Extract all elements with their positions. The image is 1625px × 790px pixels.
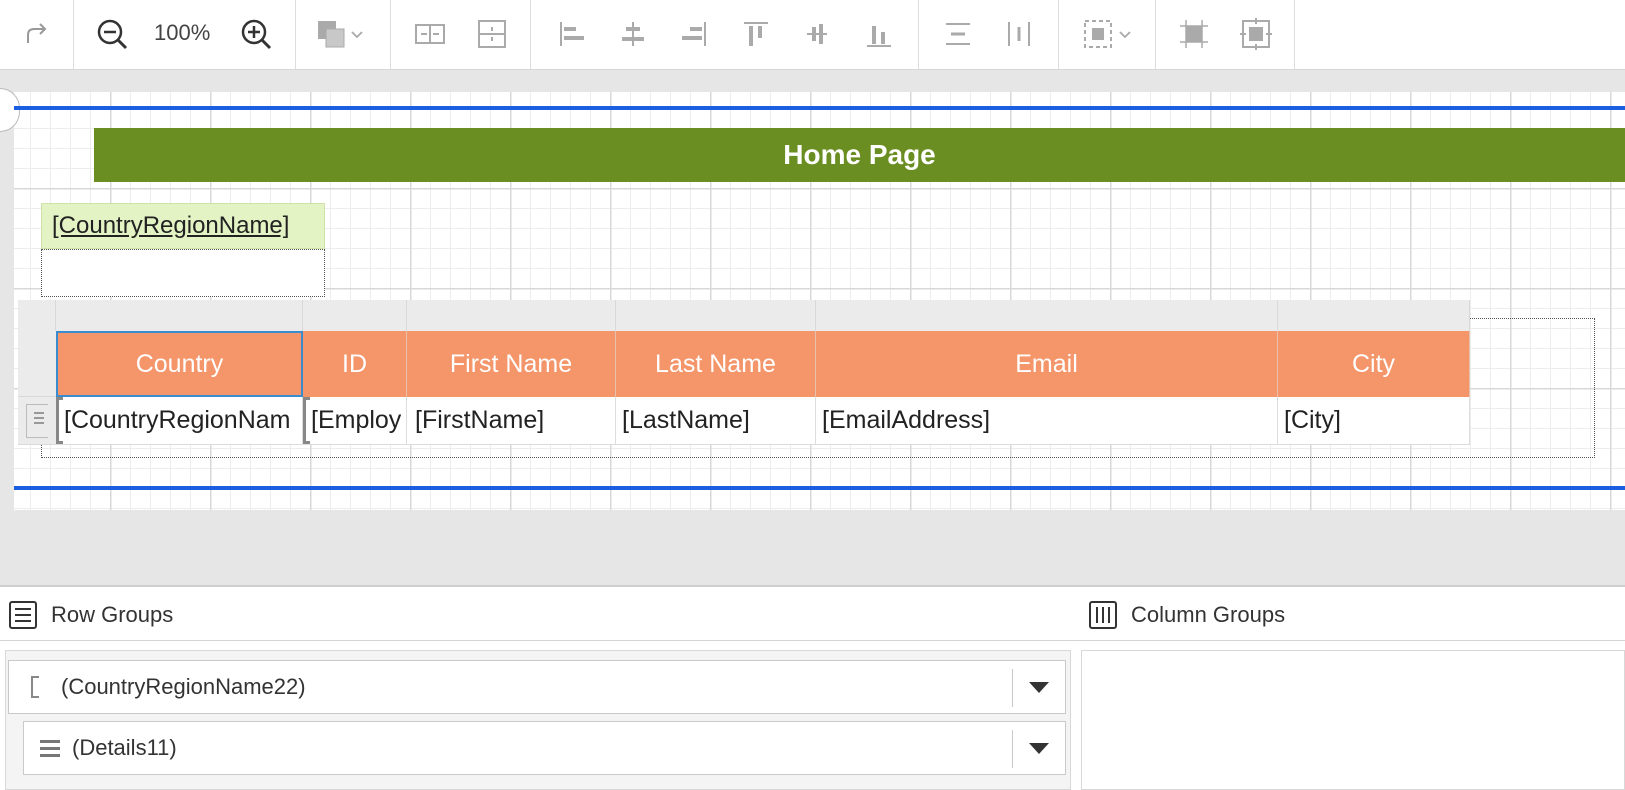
data-cell-id[interactable]: [Employ bbox=[303, 397, 407, 445]
grouping-header-divider bbox=[0, 640, 1625, 641]
column-groups-pane bbox=[1081, 650, 1625, 790]
column-groups-header: Column Groups bbox=[1087, 590, 1285, 640]
tablix[interactable]: Country ID First Name Last Name Email Ci… bbox=[18, 300, 1470, 445]
report-title[interactable]: Home Page bbox=[94, 128, 1625, 182]
toolbar-separator bbox=[1294, 0, 1295, 69]
header-cell-last-name[interactable]: Last Name bbox=[616, 331, 816, 397]
column-handle[interactable] bbox=[407, 300, 616, 331]
distribute-vertical-icon[interactable] bbox=[999, 14, 1039, 54]
zoom-level[interactable]: 100% bbox=[154, 20, 210, 46]
header-cell-email[interactable]: Email bbox=[816, 331, 1278, 397]
toolbar-separator bbox=[1155, 0, 1156, 69]
data-cell-last-name[interactable]: [LastName] bbox=[616, 397, 816, 445]
toolbar-separator bbox=[918, 0, 919, 69]
toolbar: 100% bbox=[0, 0, 1625, 70]
details-icon bbox=[34, 412, 44, 424]
group-bracket bbox=[56, 397, 63, 444]
country-region-field[interactable]: [CountryRegionName] bbox=[41, 203, 325, 249]
column-handle[interactable] bbox=[56, 300, 303, 331]
row-group-menu-button[interactable] bbox=[1012, 730, 1065, 768]
data-cell-city[interactable]: [City] bbox=[1278, 397, 1470, 445]
toolbar-separator bbox=[390, 0, 391, 69]
align-middle-icon[interactable] bbox=[797, 14, 837, 54]
header-cell-city[interactable]: City bbox=[1278, 331, 1470, 397]
row-handle[interactable] bbox=[18, 397, 56, 445]
column-handle[interactable] bbox=[816, 300, 1278, 331]
header-cell-country[interactable]: Country bbox=[56, 331, 303, 397]
data-cell-first-name[interactable]: [FirstName] bbox=[407, 397, 616, 445]
redo-icon[interactable] bbox=[16, 14, 56, 54]
row-groups-icon bbox=[9, 601, 37, 629]
toolbar-separator bbox=[295, 0, 296, 69]
split-horizontal-icon[interactable] bbox=[410, 14, 450, 54]
data-cell-email[interactable]: [EmailAddress] bbox=[816, 397, 1278, 445]
country-region-field-text: [CountryRegionName] bbox=[52, 212, 290, 239]
group-bracket bbox=[303, 397, 310, 444]
toolbar-separator bbox=[530, 0, 531, 69]
caret-down-icon bbox=[1029, 743, 1049, 754]
column-handle[interactable] bbox=[1278, 300, 1470, 331]
data-cell-country[interactable]: [CountryRegionNam bbox=[56, 397, 303, 445]
zoom-out-icon[interactable] bbox=[92, 14, 132, 54]
toolbar-separator bbox=[73, 0, 74, 69]
row-group-details[interactable]: (Details11) bbox=[23, 721, 1066, 775]
size-to-grid-icon[interactable] bbox=[1174, 14, 1214, 54]
row-groups-header: Row Groups bbox=[7, 590, 173, 640]
align-bottom-icon[interactable] bbox=[859, 14, 899, 54]
row-handle[interactable] bbox=[18, 331, 56, 397]
column-handle[interactable] bbox=[303, 300, 407, 331]
toolbar-separator bbox=[1058, 0, 1059, 69]
column-groups-label: Column Groups bbox=[1131, 602, 1286, 627]
caret-down-icon bbox=[1029, 682, 1049, 693]
footer-band-line bbox=[14, 486, 1625, 490]
details-icon bbox=[40, 739, 60, 757]
header-band-line bbox=[14, 106, 1625, 110]
zoom-in-icon[interactable] bbox=[236, 14, 276, 54]
header-cell-id[interactable]: ID bbox=[303, 331, 407, 397]
row-group-menu-button[interactable] bbox=[1012, 669, 1065, 707]
align-left-icon[interactable] bbox=[552, 14, 592, 54]
selection-icon[interactable] bbox=[1078, 14, 1138, 54]
column-groups-icon bbox=[1089, 601, 1117, 629]
row-groups-label: Row Groups bbox=[51, 602, 174, 627]
corner-handle[interactable] bbox=[18, 300, 56, 331]
center-in-container-icon[interactable] bbox=[1236, 14, 1276, 54]
align-center-icon[interactable] bbox=[613, 14, 653, 54]
group-bracket-icon bbox=[31, 676, 39, 698]
empty-textbox[interactable] bbox=[41, 249, 325, 297]
row-group-country-region[interactable]: (CountryRegionName22) bbox=[8, 660, 1066, 714]
header-cell-first-name[interactable]: First Name bbox=[407, 331, 616, 397]
column-handle[interactable] bbox=[616, 300, 816, 331]
align-right-icon[interactable] bbox=[674, 14, 714, 54]
grouping-panel-divider bbox=[0, 585, 1625, 587]
row-group-name: (CountryRegionName22) bbox=[61, 674, 306, 699]
fill-color-icon[interactable] bbox=[310, 14, 370, 54]
distribute-horizontal-icon[interactable] bbox=[938, 14, 978, 54]
split-vertical-icon[interactable] bbox=[472, 14, 512, 54]
row-group-name: (Details11) bbox=[72, 735, 177, 760]
align-top-icon[interactable] bbox=[736, 14, 776, 54]
